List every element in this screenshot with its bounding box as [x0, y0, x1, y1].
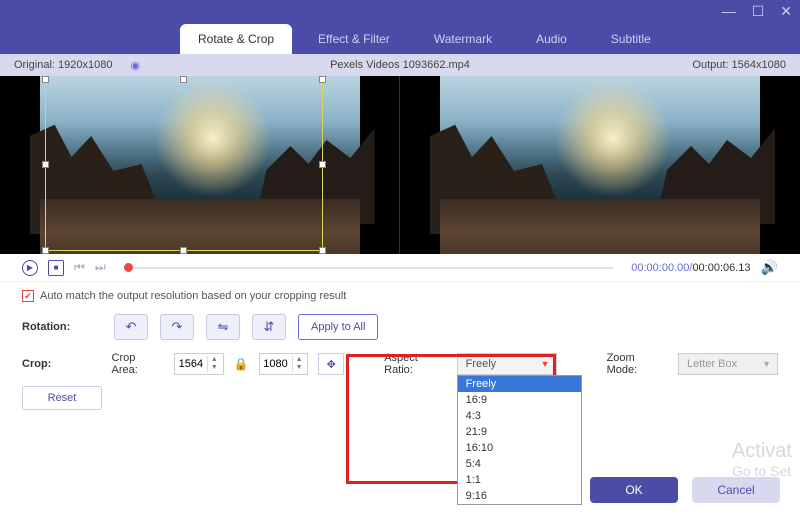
- titlebar: — ☐ ✕: [0, 0, 800, 22]
- rotate-left-icon[interactable]: ↶: [114, 314, 148, 340]
- seek-playhead[interactable]: [124, 263, 133, 272]
- flip-vertical-icon[interactable]: ⇵: [252, 314, 286, 340]
- tab-subtitle[interactable]: Subtitle: [593, 24, 669, 54]
- zoom-mode-label: Zoom Mode:: [607, 352, 668, 376]
- aspect-option-4-3[interactable]: 4:3: [458, 408, 581, 424]
- tab-bar: Rotate & Crop Effect & Filter Watermark …: [0, 22, 800, 54]
- crop-handle-bl[interactable]: [42, 247, 49, 254]
- crop-handle-bm[interactable]: [180, 247, 187, 254]
- crop-selection[interactable]: [45, 79, 323, 251]
- zoom-mode-value: Letter Box: [687, 358, 737, 370]
- os-watermark: Activat Go to Set: [732, 440, 792, 479]
- time-current: 00:00:00.00: [631, 262, 689, 274]
- zoom-mode-select[interactable]: Letter Box ▼: [678, 353, 778, 375]
- aspect-block: Aspect Ratio: Freely ▼ Freely 16:9 4:3 2…: [384, 352, 556, 376]
- crop-area-label: Crop Area:: [112, 352, 164, 376]
- rotate-right-icon[interactable]: ↷: [160, 314, 194, 340]
- stop-icon[interactable]: ■: [48, 260, 64, 276]
- play-icon[interactable]: ▶: [22, 260, 38, 276]
- aspect-ratio-value: Freely: [466, 358, 497, 370]
- aspect-ratio-select[interactable]: Freely ▼: [457, 353, 557, 375]
- crop-width-spinner[interactable]: ▲▼: [174, 353, 224, 375]
- cancel-button[interactable]: Cancel: [692, 477, 780, 503]
- crop-width-input[interactable]: [175, 358, 207, 370]
- crop-handle-tr[interactable]: [319, 76, 326, 83]
- video-frame-output: [440, 76, 760, 254]
- prev-frame-icon[interactable]: ⏮: [74, 260, 85, 275]
- crop-handle-mr[interactable]: [319, 161, 326, 168]
- aspect-ratio-dropdown[interactable]: Freely 16:9 4:3 21:9 16:10 5:4 1:1 9:16: [457, 375, 582, 505]
- tab-effect-filter[interactable]: Effect & Filter: [300, 24, 408, 54]
- automatch-row: ✔ Auto match the output resolution based…: [0, 282, 800, 310]
- crop-handle-tm[interactable]: [180, 76, 187, 83]
- automatch-label: Auto match the output resolution based o…: [40, 290, 346, 302]
- filename-label: Pexels Videos 1093662.mp4: [330, 59, 470, 71]
- ok-button[interactable]: OK: [590, 477, 678, 503]
- aspect-option-freely[interactable]: Freely: [458, 376, 581, 392]
- aspect-option-5-4[interactable]: 5:4: [458, 456, 581, 472]
- preview-toggle-icon[interactable]: ◉: [130, 59, 140, 72]
- crop-handle-ml[interactable]: [42, 161, 49, 168]
- chevron-down-icon: ▼: [762, 359, 771, 369]
- tab-rotate-crop[interactable]: Rotate & Crop: [180, 24, 292, 54]
- seek-track[interactable]: [124, 267, 614, 269]
- flip-horizontal-icon[interactable]: ⇋: [206, 314, 240, 340]
- aspect-option-21-9[interactable]: 21:9: [458, 424, 581, 440]
- crop-handle-tl[interactable]: [42, 76, 49, 83]
- aspect-option-16-9[interactable]: 16:9: [458, 392, 581, 408]
- aspect-ratio-label: Aspect Ratio:: [384, 352, 448, 376]
- playback-bar: ▶ ■ ⏮ ⏭ 00:00:00.00/00:00:06.13 🔊: [0, 254, 800, 282]
- lock-aspect-icon[interactable]: 🔒: [234, 357, 249, 371]
- editor-window: — ☐ ✕ Rotate & Crop Effect & Filter Wate…: [0, 0, 800, 515]
- crop-row: Crop: Crop Area: ▲▼ 🔒 ▲▼ ✥ Aspect Ratio:…: [0, 344, 800, 380]
- original-resolution: Original: 1920x1080: [14, 59, 112, 71]
- preview-output: [400, 76, 800, 254]
- reset-button[interactable]: Reset: [22, 386, 102, 410]
- footer-buttons: OK Cancel: [590, 477, 780, 503]
- crop-label: Crop:: [22, 358, 102, 370]
- preview-original[interactable]: [0, 76, 400, 254]
- aspect-option-16-10[interactable]: 16:10: [458, 440, 581, 456]
- crop-height-spinner[interactable]: ▲▼: [259, 353, 309, 375]
- info-bar: Original: 1920x1080 ◉ Pexels Videos 1093…: [0, 54, 800, 76]
- crop-handle-br[interactable]: [319, 247, 326, 254]
- maximize-icon[interactable]: ☐: [752, 3, 765, 20]
- tab-watermark[interactable]: Watermark: [416, 24, 510, 54]
- minimize-icon[interactable]: —: [722, 3, 736, 19]
- crop-height-input[interactable]: [260, 358, 292, 370]
- time-display: 00:00:00.00/00:00:06.13: [631, 262, 750, 274]
- rotation-row: Rotation: ↶ ↷ ⇋ ⇵ Apply to All: [0, 310, 800, 344]
- volume-icon[interactable]: 🔊: [761, 259, 778, 276]
- next-frame-icon[interactable]: ⏭: [95, 260, 106, 275]
- reset-row: Reset: [0, 380, 800, 416]
- output-resolution: Output: 1564x1080: [692, 59, 786, 71]
- tab-audio[interactable]: Audio: [518, 24, 585, 54]
- preview-area: [0, 76, 800, 254]
- aspect-option-9-16[interactable]: 9:16: [458, 488, 581, 504]
- center-crop-icon[interactable]: ✥: [318, 353, 344, 375]
- automatch-checkbox[interactable]: ✔: [22, 290, 34, 302]
- time-duration: 00:00:06.13: [692, 262, 750, 274]
- close-icon[interactable]: ✕: [780, 3, 792, 20]
- crop-width-steppers[interactable]: ▲▼: [207, 356, 221, 372]
- aspect-option-1-1[interactable]: 1:1: [458, 472, 581, 488]
- chevron-down-icon: ▼: [541, 359, 550, 369]
- apply-to-all-button[interactable]: Apply to All: [298, 314, 378, 340]
- crop-height-steppers[interactable]: ▲▼: [292, 356, 306, 372]
- rotation-label: Rotation:: [22, 321, 102, 333]
